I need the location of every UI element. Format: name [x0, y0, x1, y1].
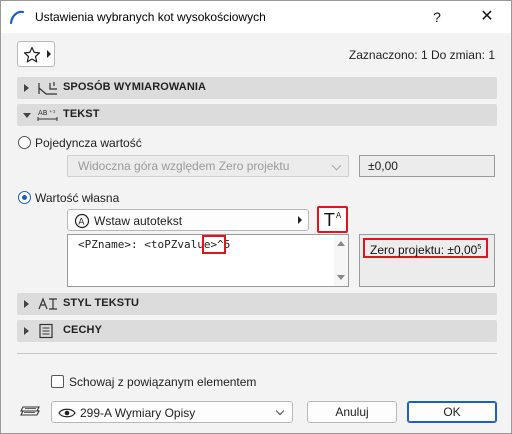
preview-main-text: Zero projektu: ±0,00 [370, 243, 478, 257]
svg-text:AB: AB [38, 109, 48, 117]
submenu-arrow-icon [298, 216, 302, 224]
dialog-title: Ustawienia wybranych kot wysokościowych [35, 10, 266, 24]
section-label: STYL TEKSTU [63, 297, 140, 309]
layer-dropdown[interactable]: 299-A Wymiary Opisy [51, 401, 293, 423]
expand-arrow-icon [24, 327, 29, 335]
insert-autotext-button[interactable]: A Wstaw autotekst [67, 209, 309, 231]
expand-arrow-icon [24, 84, 29, 92]
preview-text: Zero projektu: ±0,005 [363, 238, 489, 258]
expand-arrow-icon [24, 300, 29, 308]
footer-divider [17, 353, 497, 354]
chevron-down-icon [275, 406, 285, 416]
reference-level-dropdown: Widoczna góra względem Zero projektu [67, 155, 349, 177]
superscript-a-glyph: A [335, 211, 342, 220]
custom-value-label: Wartość własna [35, 191, 120, 205]
section-text-style[interactable]: STYL TEKSTU [17, 293, 497, 315]
ok-button[interactable]: OK [407, 401, 497, 423]
layers-icon [20, 406, 40, 416]
eye-icon [58, 408, 76, 418]
properties-icon [39, 323, 53, 339]
custom-value-radio[interactable] [18, 191, 31, 204]
hide-with-element-checkbox[interactable] [51, 375, 64, 388]
scroll-down-icon[interactable] [337, 275, 345, 280]
scroll-up-icon[interactable] [337, 241, 345, 246]
title-bar: Ustawienia wybranych kot wysokościowych … [1, 1, 511, 33]
editor-scrollbar[interactable] [334, 235, 348, 286]
section-label: CECHY [63, 324, 103, 336]
text-preview: Zero projektu: ±0,005 [359, 234, 495, 287]
preview-superscript: 5 [477, 244, 482, 251]
cancel-button[interactable]: Anuluj [307, 401, 397, 423]
svg-text:⁺¹: ⁺¹ [49, 109, 56, 117]
single-value-radio[interactable] [18, 136, 31, 149]
settings-dialog: Ustawienia wybranych kot wysokościowych … [0, 0, 512, 434]
superscript-highlight [202, 235, 226, 254]
hide-with-element-label: Schowaj z powiązanym elementem [69, 375, 257, 389]
autotext-label: Wstaw autotekst [94, 214, 183, 228]
dropdown-value: Widoczna góra względem Zero projektu [78, 159, 290, 173]
star-icon [23, 46, 41, 63]
text-dimension-icon: AB ⁺¹ [37, 109, 58, 121]
favorites-arrow-icon [47, 50, 51, 58]
autotext-icon: A [74, 213, 90, 229]
app-logo-icon [9, 10, 25, 25]
selection-status: Zaznaczono: 1 Do zmian: 1 [348, 48, 495, 62]
section-label: SPOSÓB WYMIAROWANIA [63, 81, 207, 93]
custom-text-editor[interactable]: <PZname>: <toPZvalue>^5 [67, 234, 349, 287]
dimension-method-icon [38, 82, 57, 95]
close-button[interactable]: ✕ [471, 5, 503, 29]
section-label: TEKST [63, 108, 100, 120]
svg-text:A: A [78, 218, 85, 228]
help-button[interactable]: ? [421, 5, 453, 29]
favorites-button[interactable] [17, 41, 55, 67]
collapse-arrow-icon [23, 113, 31, 118]
text-style-icon [38, 297, 57, 310]
section-dimensioning[interactable]: SPOSÓB WYMIAROWANIA [17, 77, 497, 99]
superscript-button[interactable]: TA [317, 206, 348, 233]
single-value-display: ±0,00 [359, 155, 495, 177]
layer-value: 299-A Wymiary Opisy [80, 406, 196, 420]
chevron-down-icon [331, 160, 342, 171]
single-value-label: Pojedyncza wartość [35, 136, 142, 150]
superscript-t-glyph: T [323, 210, 335, 230]
section-properties[interactable]: CECHY [17, 320, 497, 342]
section-text[interactable]: AB ⁺¹ TEKST [17, 104, 497, 126]
